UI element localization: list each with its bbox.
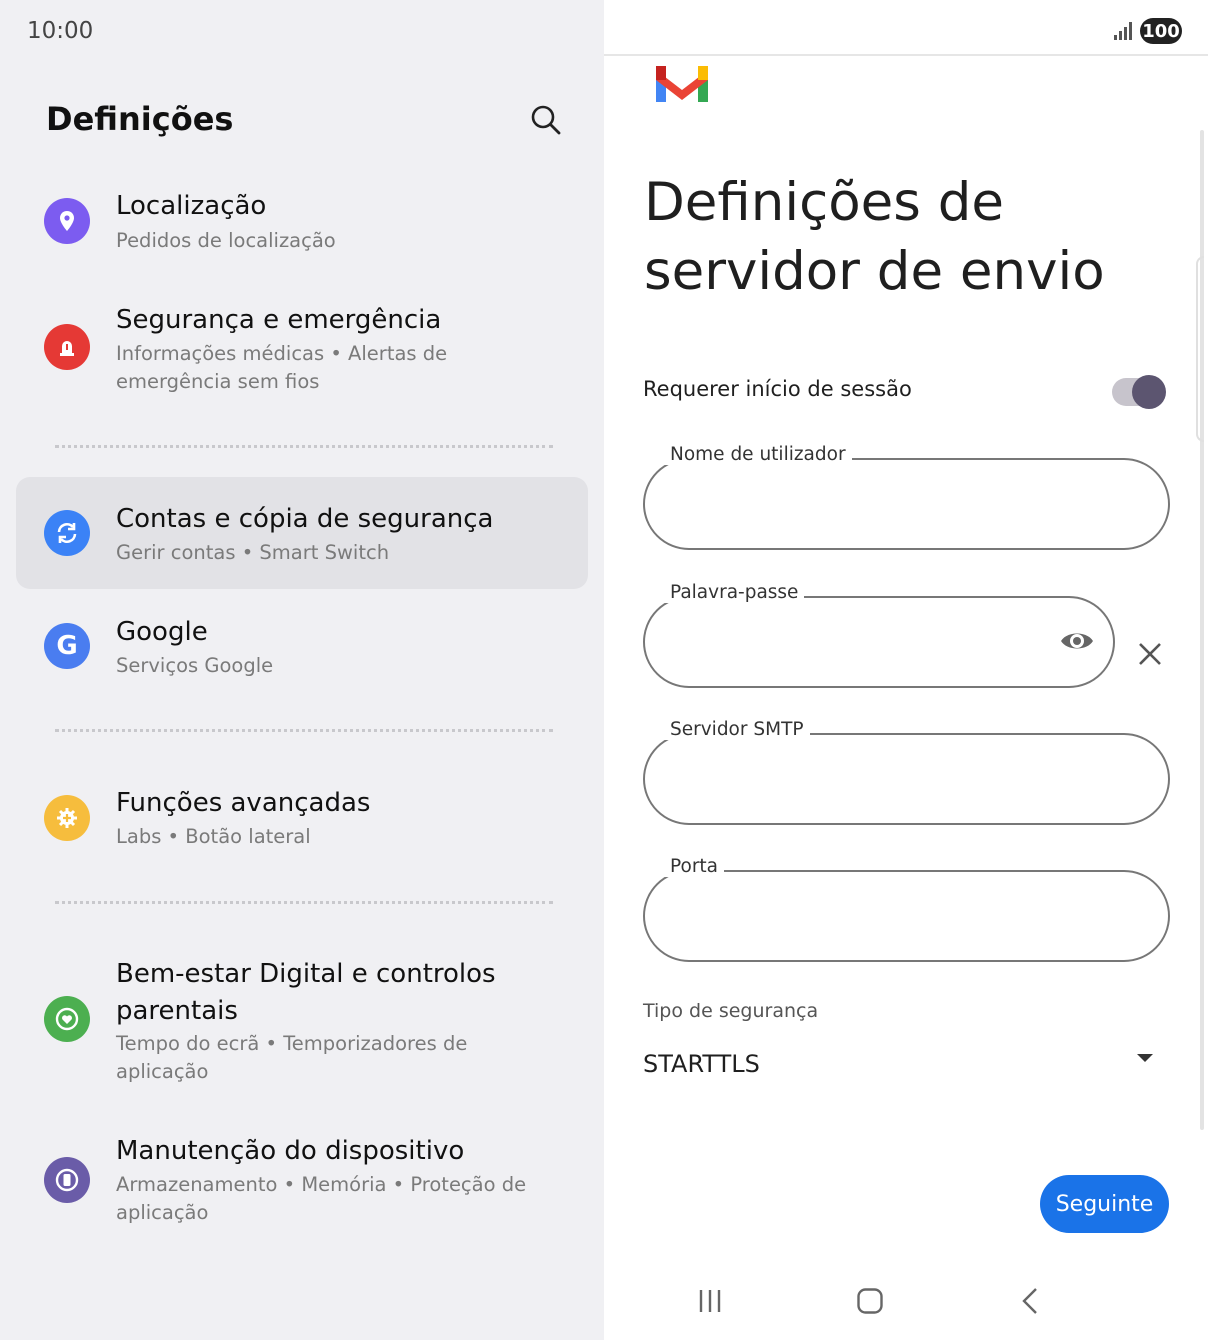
- password-field[interactable]: Palavra-passe: [643, 582, 1115, 688]
- settings-pane: 10:00 Definições Localização Pedidos de …: [0, 0, 604, 1340]
- item-subtitle: Serviços Google: [116, 654, 274, 677]
- recent-apps-icon: [699, 1290, 721, 1312]
- item-title: Segurança e emergência: [116, 305, 442, 335]
- require-login-toggle[interactable]: [1112, 375, 1166, 409]
- status-time: 10:00: [27, 18, 94, 44]
- settings-item-location[interactable]: Localização Pedidos de localização: [16, 180, 588, 264]
- dropdown-arrow-icon[interactable]: [1134, 1050, 1156, 1064]
- require-login-label: Requerer início de sessão: [643, 377, 912, 401]
- home-button[interactable]: [850, 1282, 890, 1320]
- page-title: Definições de servidor de envio: [644, 172, 1105, 302]
- toggle-knob: [1132, 375, 1166, 409]
- password-label: Palavra-passe: [664, 582, 805, 603]
- settings-item-device-care[interactable]: Manutenção do dispositivo Armazenamento …: [16, 1125, 588, 1235]
- item-subtitle: Gerir contas • Smart Switch: [116, 541, 390, 564]
- item-title: Funções avançadas: [116, 788, 371, 818]
- status-divider: [604, 54, 1208, 56]
- item-title: Contas e cópia de segurança: [116, 504, 494, 534]
- gmail-logo-icon: [656, 66, 708, 102]
- back-icon: [1022, 1288, 1037, 1314]
- battery-level: 100: [1140, 18, 1182, 44]
- security-type-label: Tipo de segurança: [643, 1000, 819, 1022]
- close-icon: [1139, 643, 1161, 665]
- emergency-alert-icon: [44, 324, 90, 370]
- eye-icon[interactable]: [1059, 628, 1095, 654]
- username-label: Nome de utilizador: [664, 444, 852, 465]
- search-button[interactable]: [522, 96, 570, 144]
- item-subtitle: Armazenamento • Memória • Proteção de ap…: [116, 1173, 527, 1224]
- settings-item-digital-wellbeing[interactable]: Bem-estar Digital e controlos parentais …: [16, 948, 588, 1092]
- divider: [55, 901, 553, 904]
- item-subtitle: Pedidos de localização: [116, 229, 336, 252]
- battery-circle-icon: [44, 1157, 90, 1203]
- signal-icon: [1114, 22, 1132, 40]
- gear-plus-icon: [44, 795, 90, 841]
- smtp-server-label: Servidor SMTP: [664, 719, 810, 740]
- google-g-icon: G: [44, 623, 90, 669]
- item-title: Localização: [116, 191, 267, 221]
- item-title: Google: [116, 617, 208, 647]
- item-title: Bem-estar Digital e controlos parentais: [116, 959, 496, 1026]
- home-icon: [857, 1288, 883, 1314]
- divider: [55, 729, 553, 732]
- heart-circle-icon: [44, 996, 90, 1042]
- username-field[interactable]: Nome de utilizador: [643, 444, 1170, 550]
- item-title: Manutenção do dispositivo: [116, 1136, 465, 1166]
- item-subtitle: Labs • Botão lateral: [116, 825, 311, 848]
- scrollbar-thumb[interactable]: [1196, 256, 1204, 442]
- settings-item-advanced[interactable]: Funções avançadas Labs • Botão lateral: [16, 777, 588, 861]
- back-button[interactable]: [1010, 1282, 1050, 1320]
- search-icon: [531, 105, 561, 135]
- settings-item-accounts[interactable]: Contas e cópia de segurança Gerir contas…: [16, 477, 588, 589]
- sync-icon: [44, 510, 90, 556]
- recent-apps-button[interactable]: [690, 1282, 730, 1320]
- smtp-server-field[interactable]: Servidor SMTP: [643, 719, 1170, 825]
- location-pin-icon: [44, 198, 90, 244]
- port-field[interactable]: Porta: [643, 856, 1170, 962]
- port-label: Porta: [664, 856, 725, 877]
- settings-item-safety[interactable]: Segurança e emergência Informações médic…: [16, 294, 588, 404]
- divider: [55, 445, 553, 448]
- next-button[interactable]: Seguinte: [1040, 1175, 1169, 1233]
- security-type-select[interactable]: STARTTLS: [643, 1050, 760, 1078]
- gmail-server-pane: 100 Definições de servidor de envio Requ…: [604, 0, 1208, 1340]
- clear-button[interactable]: [1134, 638, 1166, 670]
- settings-item-google[interactable]: G Google Serviços Google: [16, 606, 588, 690]
- settings-title: Definições: [46, 100, 234, 138]
- item-subtitle: Informações médicas • Alertas de emergên…: [116, 342, 448, 393]
- item-subtitle: Tempo do ecrã • Temporizadores de aplica…: [116, 1032, 468, 1083]
